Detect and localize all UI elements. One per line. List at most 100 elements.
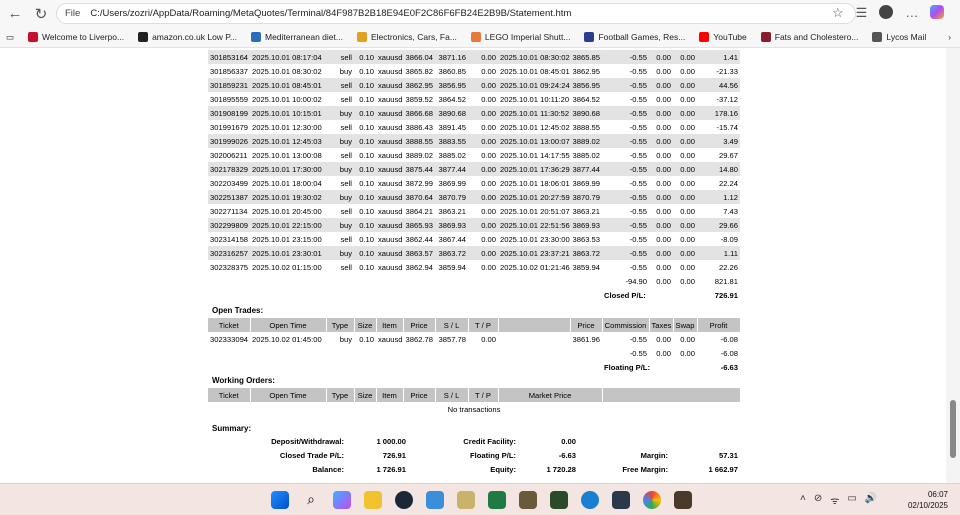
close-time: 2025.10.01 14:17:55 [500,150,570,160]
type: buy [326,106,354,120]
commission: -0.55 [629,122,647,132]
search-icon[interactable]: ⌕ [302,491,320,509]
tp: 0.00 [481,234,496,244]
table-row: 302314158 2025.10.01 23:15:00 sell 0.10 xauu… [208,232,740,246]
open-time: 2025.10.01 12:45:03 [250,134,326,148]
type: sell [340,122,352,132]
summary-value: 1 726.91 [376,464,406,474]
profit: 14.80 [697,162,740,176]
address-bar[interactable]: File C:/Users/zozri/AppData/Roaming/Meta… [56,3,856,24]
file-explorer-icon[interactable] [364,491,382,509]
tp: 0.00 [468,106,498,120]
bookmark-item[interactable]: Fats and Cholestero... [760,32,858,43]
copilot-app-icon[interactable] [333,491,351,509]
clock[interactable]: 06:07 02/10/2025 [898,489,948,511]
profile-avatar[interactable] [879,5,894,19]
commission: -0.55 [602,246,649,260]
sl: 3869.99 [438,178,466,188]
bookmark-item[interactable]: YouTube [699,31,747,43]
header-close-time [498,318,571,332]
size: 0.10 [354,50,376,64]
close-price: 3861.96 [572,334,600,344]
app-icon-4[interactable] [674,491,692,509]
commission: -0.55 [629,206,647,216]
refresh-icon[interactable]: ↻ [30,5,52,23]
bookmarks-more-chevron-icon[interactable]: › [948,32,951,42]
tp: 0.00 [468,134,498,148]
item: xauusd [378,122,403,132]
close-price: 3869.99 [572,178,600,188]
profit: 1.11 [697,246,740,260]
favorites-icon[interactable]: ☰ [856,5,868,21]
excel-icon[interactable] [488,491,506,509]
url-text: C:/Users/zozri/AppData/Roaming/MetaQuote… [90,8,572,19]
close-price: 3863.53 [572,234,600,244]
copilot-icon[interactable] [930,5,945,19]
metatrader-icon[interactable] [550,491,568,509]
item: xauusd [376,162,403,176]
tp: 0.00 [468,190,498,204]
commission: -0.55 [629,234,647,244]
taskbar: ⌕ ˄ ⊘ ᯤ ▭ 🔊 06:07 02/10/2025 [0,483,960,515]
commission: -0.55 [602,190,649,204]
header-profit: Profit [697,318,741,332]
profit: -15.74 [716,122,738,132]
type: sell [340,206,352,216]
summary-label: Floating P/L: [470,450,516,460]
commission: -0.55 [629,94,647,104]
bookmark-item[interactable]: Mediterranean diet... [250,32,343,43]
photos-icon[interactable] [426,491,444,509]
item: xauusd [376,218,403,232]
bookmark-item[interactable]: amazon.co.uk Low P... [138,32,237,43]
more-icon[interactable]: … [905,5,918,21]
steam-icon[interactable] [395,491,413,509]
commission: -0.55 [602,78,649,92]
scrollbar-thumb[interactable] [950,400,956,458]
type: sell [340,94,352,104]
bookmark-item[interactable]: Lycos Mail [872,32,926,43]
chrome-icon[interactable] [643,491,661,509]
type: sell [326,50,354,64]
commission: -0.55 [629,150,647,160]
app-icon[interactable] [457,491,475,509]
favorite-star-icon[interactable]: ☆ [832,5,844,21]
taxes: 0.00 [656,66,671,76]
header-price: Price [403,318,436,332]
bookmark-favicon-icon [584,32,595,43]
bookmark-label: Welcome to Liverpo... [42,31,125,42]
system-tray[interactable]: ˄ ⊘ ᯤ ▭ 🔊 [800,493,877,507]
open-time: 2025.10.01 19:30:02 [250,190,326,204]
close-time: 2025.10.01 20:51:07 [500,206,570,216]
item: xauusd [376,78,403,92]
start-icon[interactable] [271,491,289,509]
swap: 0.00 [673,162,697,176]
bookmark-item[interactable]: Football Games, Res... [584,32,685,43]
close-price: 3877.44 [570,162,602,176]
table-row: 302203499 2025.10.01 18:00:04 sell 0.10 xauu… [208,176,740,190]
type: sell [326,78,354,92]
taxes: 0.00 [649,134,673,148]
swap: 0.00 [673,218,697,232]
bookmarks-bar: ▭ Welcome to Liverpo... amazon.co.uk Low … [0,27,960,48]
price: 3888.55 [403,134,435,148]
bookmark-item[interactable]: LEGO Imperial Shutt... [470,32,570,43]
app-icon-2[interactable] [519,491,537,509]
swap: 0.00 [680,262,695,272]
scrollbar[interactable] [946,48,960,483]
tab-actions-icon[interactable]: ▭ [6,32,14,43]
ticket: 301999026 [208,134,250,148]
commission: -0.55 [629,262,647,272]
table-row: 301991679 2025.10.01 12:30:00 sell 0.10 xauu… [208,120,740,134]
summary-label: Free Margin: [622,464,668,474]
close-time: 2025.10.01 08:30:02 [498,50,570,64]
bookmark-favicon-icon [760,32,771,43]
back-icon[interactable]: ← [4,5,26,22]
bookmark-label: YouTube [713,31,747,42]
bookmark-favicon-icon [356,32,367,43]
tp: 0.00 [481,334,496,344]
edge-icon[interactable] [581,491,599,509]
bookmark-item[interactable]: Electronics, Cars, Fa... [356,32,457,43]
bookmark-favicon-icon [28,32,39,43]
app-icon-3[interactable] [612,491,630,509]
bookmark-item[interactable]: Welcome to Liverpo... [28,32,124,43]
